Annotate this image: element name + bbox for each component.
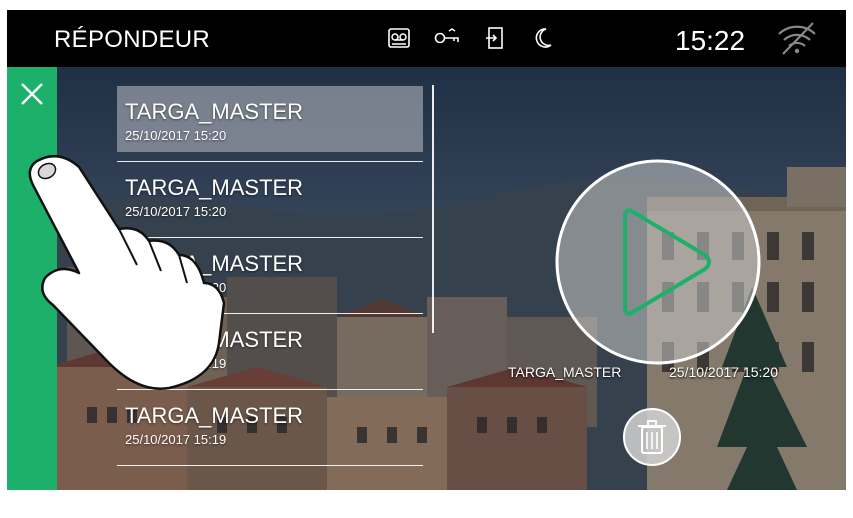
close-icon[interactable] xyxy=(19,81,45,107)
message-name: TARGA_MASTER xyxy=(125,403,304,428)
list-item[interactable]: TARGA_MASTER 25/10/2017 15:19 xyxy=(117,314,423,390)
list-item[interactable]: TARGA_MASTER 25/10/2017 15:20 xyxy=(117,86,423,162)
player-name: TARGA_MASTER xyxy=(508,364,622,380)
page-title: RÉPONDEUR xyxy=(54,26,211,53)
list-item[interactable]: TARGA_MASTER 25/10/2017 15:20 xyxy=(117,238,423,314)
message-name: TARGA_MASTER xyxy=(125,99,304,124)
door-exit-icon xyxy=(481,24,509,52)
trash-icon[interactable] xyxy=(622,407,682,467)
voicemail-icon xyxy=(385,24,413,52)
player-date: 25/10/2017 15:20 xyxy=(669,364,778,380)
play-button[interactable] xyxy=(553,157,763,367)
list-divider xyxy=(432,85,434,333)
list-item[interactable]: TARGA_MASTER 25/10/2017 15:20 xyxy=(117,162,423,238)
list-item[interactable]: TARGA_MASTER 25/10/2017 15:19 xyxy=(117,390,423,466)
key-icon xyxy=(433,24,461,52)
status-icons xyxy=(385,24,557,52)
message-name: TARGA_MASTER xyxy=(125,251,304,276)
message-list: TARGA_MASTER 25/10/2017 15:20 TARGA_MAST… xyxy=(117,86,423,466)
moon-icon xyxy=(529,24,557,52)
message-date: 25/10/2017 15:20 xyxy=(125,204,227,219)
message-date: 25/10/2017 15:19 xyxy=(125,432,227,447)
clock: 15:22 xyxy=(675,25,746,56)
message-date: 25/10/2017 15:20 xyxy=(125,280,227,295)
message-date: 25/10/2017 15:19 xyxy=(125,356,227,371)
main-area: TARGA_MASTER 25/10/2017 15:20 TARGA_MAST… xyxy=(7,67,846,490)
message-name: TARGA_MASTER xyxy=(125,175,304,200)
message-date: 25/10/2017 15:20 xyxy=(125,128,227,143)
top-bar: RÉPONDEUR 15:22 xyxy=(7,10,846,67)
message-name: TARGA_MASTER xyxy=(125,327,304,352)
sidebar xyxy=(7,67,57,490)
intercom-screen: RÉPONDEUR 15:22 TARGA_MASTER 25/10/2017 … xyxy=(7,10,846,490)
wifi-off-icon xyxy=(778,22,816,55)
